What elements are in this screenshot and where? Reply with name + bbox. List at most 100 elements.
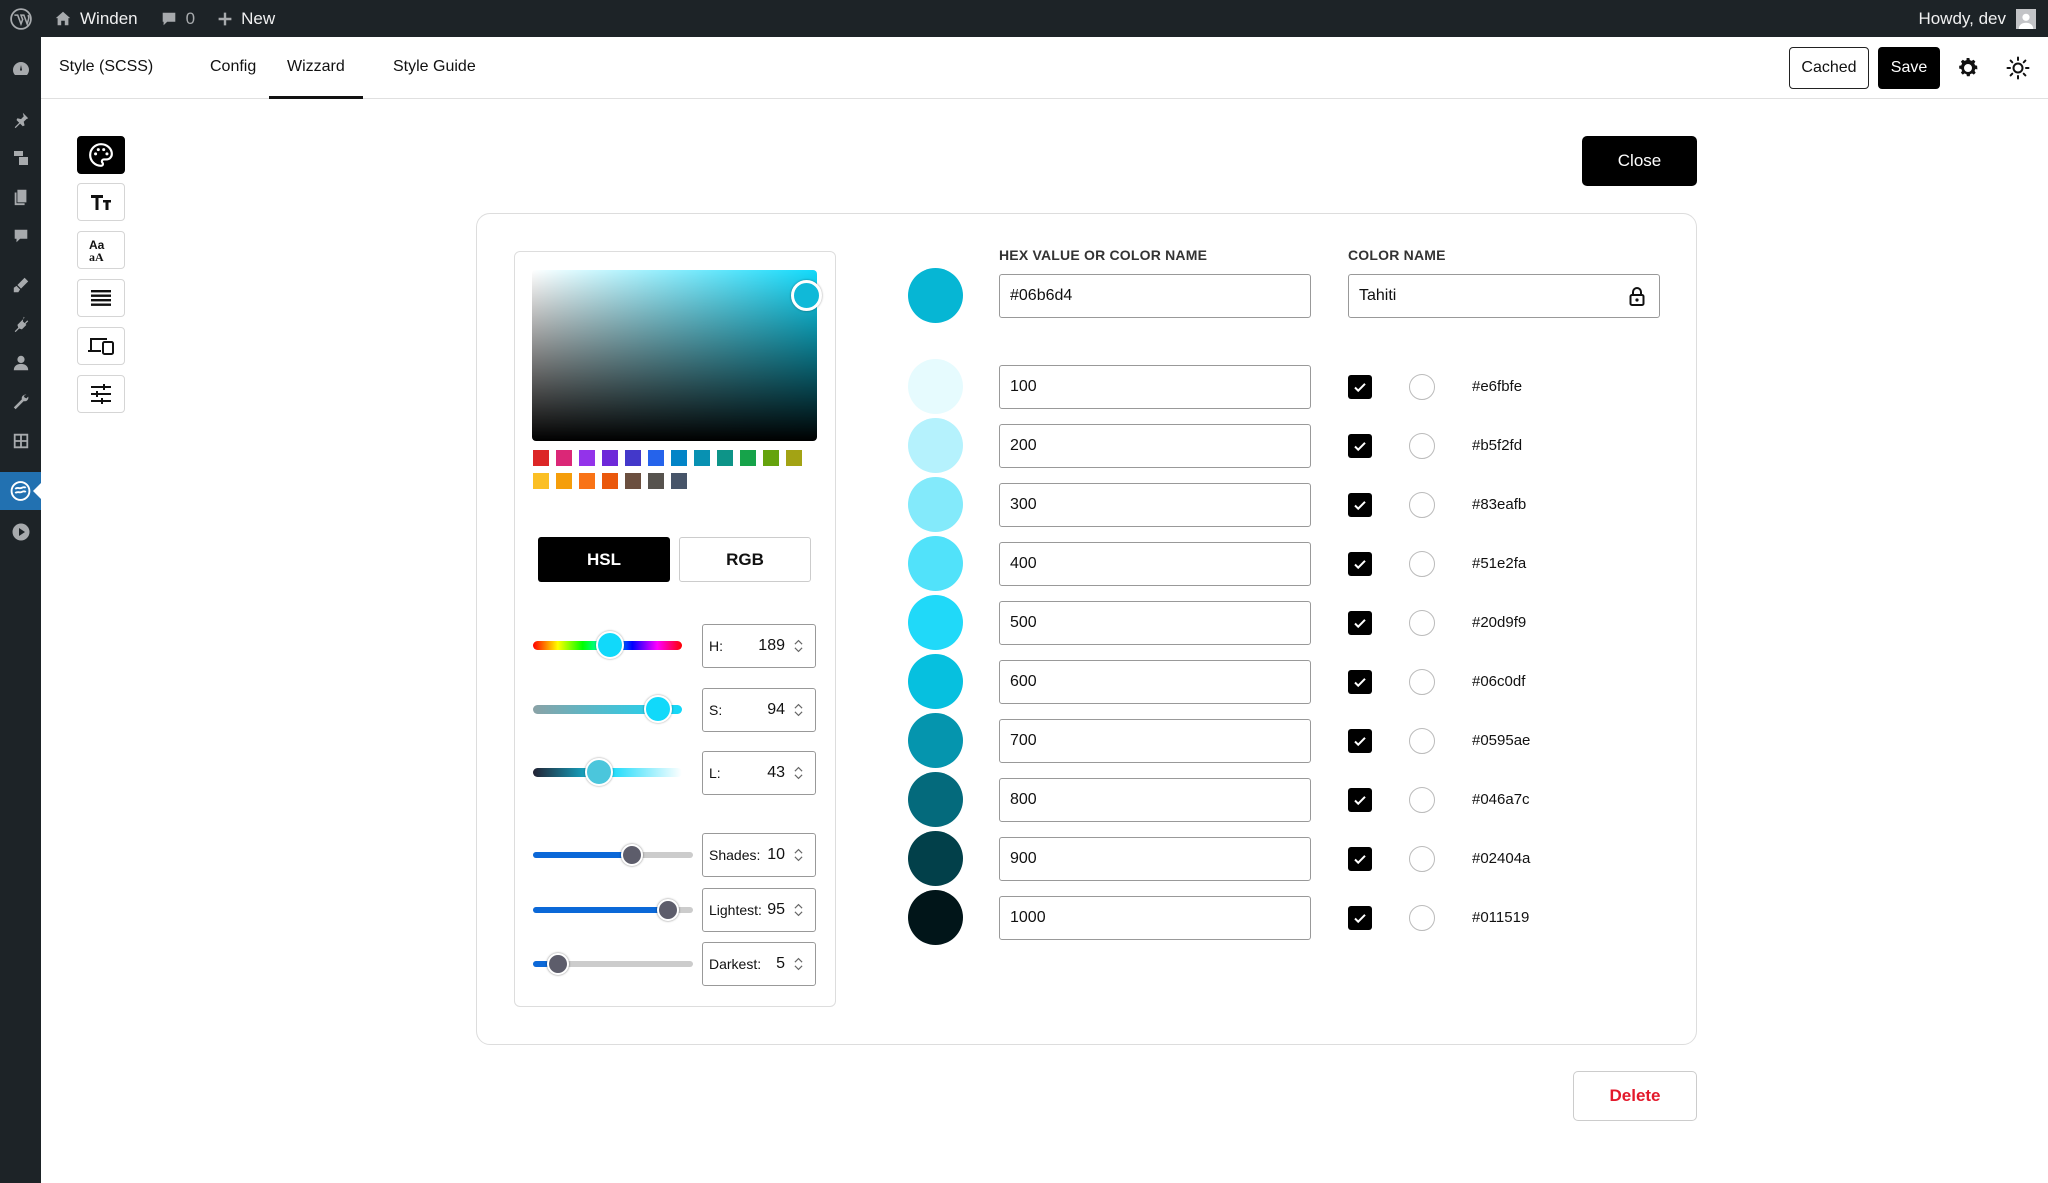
dashboard-icon[interactable] [10,58,31,79]
preset-swatch[interactable] [556,473,572,489]
saturation-slider-thumb[interactable] [644,695,672,723]
shade-name-input[interactable]: 100 [999,365,1311,409]
lightness-slider-thumb[interactable] [585,758,613,786]
wordpress-logo-icon[interactable] [10,7,32,30]
preset-swatch[interactable] [579,450,595,466]
shade-enabled-checkbox[interactable] [1348,611,1372,635]
mode-rgb-button[interactable]: RGB [679,537,811,582]
shade-default-radio[interactable] [1409,610,1435,636]
lightness-input[interactable]: L: 43 [702,751,816,795]
tab-style-scss[interactable]: Style (SCSS) [41,37,171,99]
stepper-icon[interactable] [794,638,803,654]
preset-swatch[interactable] [579,473,595,489]
hue-slider-thumb[interactable] [596,631,624,659]
appearance-brush-icon[interactable] [10,274,31,295]
shade-enabled-checkbox[interactable] [1348,434,1372,458]
pages-icon[interactable] [10,186,31,207]
hex-value-input[interactable]: #06b6d4 [999,274,1311,318]
shade-name-input[interactable]: 800 [999,778,1311,822]
stepper-icon[interactable] [794,765,803,781]
shade-name-input[interactable]: 200 [999,424,1311,468]
shades-input[interactable]: Shades: 10 [702,833,816,877]
colors-tool-button[interactable] [77,136,125,174]
typography-tool-button[interactable] [77,183,125,221]
preset-swatch[interactable] [602,450,618,466]
stepper-icon[interactable] [794,902,803,918]
preset-swatch[interactable] [694,450,710,466]
media-icon[interactable] [10,147,31,168]
mode-hsl-button[interactable]: HSL [538,537,670,582]
shade-enabled-checkbox[interactable] [1348,670,1372,694]
lock-icon[interactable] [1628,286,1646,306]
preset-swatch[interactable] [533,450,549,466]
gear-icon[interactable] [1956,56,1980,80]
stepper-icon[interactable] [794,847,803,863]
delete-button[interactable]: Delete [1573,1071,1697,1121]
shade-default-radio[interactable] [1409,551,1435,577]
saturation-input[interactable]: S: 94 [702,688,816,732]
color-name-input[interactable]: Tahiti [1348,274,1660,318]
shades-range[interactable] [533,852,693,858]
preset-swatch[interactable] [625,473,641,489]
settings-grid-icon[interactable] [10,430,31,451]
shade-default-radio[interactable] [1409,787,1435,813]
comments-icon[interactable] [10,225,31,246]
shade-default-radio[interactable] [1409,728,1435,754]
shade-name-input[interactable]: 1000 [999,896,1311,940]
preset-swatch[interactable] [671,473,687,489]
font-family-tool-button[interactable]: Aa aA [77,231,125,269]
preset-swatch[interactable] [717,450,733,466]
save-button[interactable]: Save [1878,47,1940,89]
tab-wizzard[interactable]: Wizzard [269,37,363,99]
site-name-link[interactable]: Winden [54,9,138,29]
shade-name-input[interactable]: 300 [999,483,1311,527]
shade-enabled-checkbox[interactable] [1348,729,1372,753]
new-content-link[interactable]: New [217,9,275,29]
lightest-range-thumb[interactable] [657,899,679,921]
adjustments-tool-button[interactable] [77,375,125,413]
close-button[interactable]: Close [1582,136,1697,186]
preset-swatch[interactable] [763,450,779,466]
shade-default-radio[interactable] [1409,669,1435,695]
users-icon[interactable] [10,352,31,373]
shade-default-radio[interactable] [1409,374,1435,400]
shade-default-radio[interactable] [1409,846,1435,872]
shade-name-input[interactable]: 600 [999,660,1311,704]
saturation-value-area[interactable] [532,270,817,441]
shade-enabled-checkbox[interactable] [1348,788,1372,812]
saturation-value-handle[interactable] [791,280,822,311]
hue-input[interactable]: H: 189 [702,624,816,668]
preset-swatch[interactable] [740,450,756,466]
preset-swatch[interactable] [533,473,549,489]
darkest-range-thumb[interactable] [547,953,569,975]
plugins-icon[interactable] [10,313,31,334]
spacing-tool-button[interactable] [77,279,125,317]
sun-icon[interactable] [2006,56,2030,80]
shade-name-input[interactable]: 700 [999,719,1311,763]
tab-style-guide[interactable]: Style Guide [375,37,494,99]
shade-enabled-checkbox[interactable] [1348,552,1372,576]
user-menu[interactable]: Howdy, dev [1918,0,2036,37]
shade-default-radio[interactable] [1409,905,1435,931]
breakpoints-tool-button[interactable] [77,327,125,365]
preset-swatch[interactable] [786,450,802,466]
shade-enabled-checkbox[interactable] [1348,493,1372,517]
shade-enabled-checkbox[interactable] [1348,375,1372,399]
shade-name-input[interactable]: 400 [999,542,1311,586]
stepper-icon[interactable] [794,702,803,718]
winden-menu-item[interactable] [0,472,41,510]
shades-range-thumb[interactable] [621,844,643,866]
stepper-icon[interactable] [794,956,803,972]
preset-swatch[interactable] [671,450,687,466]
preset-swatch[interactable] [625,450,641,466]
shade-enabled-checkbox[interactable] [1348,906,1372,930]
preset-swatch[interactable] [602,473,618,489]
tab-config[interactable]: Config [192,37,274,99]
posts-pin-icon[interactable] [10,109,31,130]
lightest-input[interactable]: Lightest: 95 [702,888,816,932]
play-circle-icon[interactable] [10,521,31,542]
shade-enabled-checkbox[interactable] [1348,847,1372,871]
shade-default-radio[interactable] [1409,433,1435,459]
preset-swatch[interactable] [648,450,664,466]
preset-swatch[interactable] [648,473,664,489]
